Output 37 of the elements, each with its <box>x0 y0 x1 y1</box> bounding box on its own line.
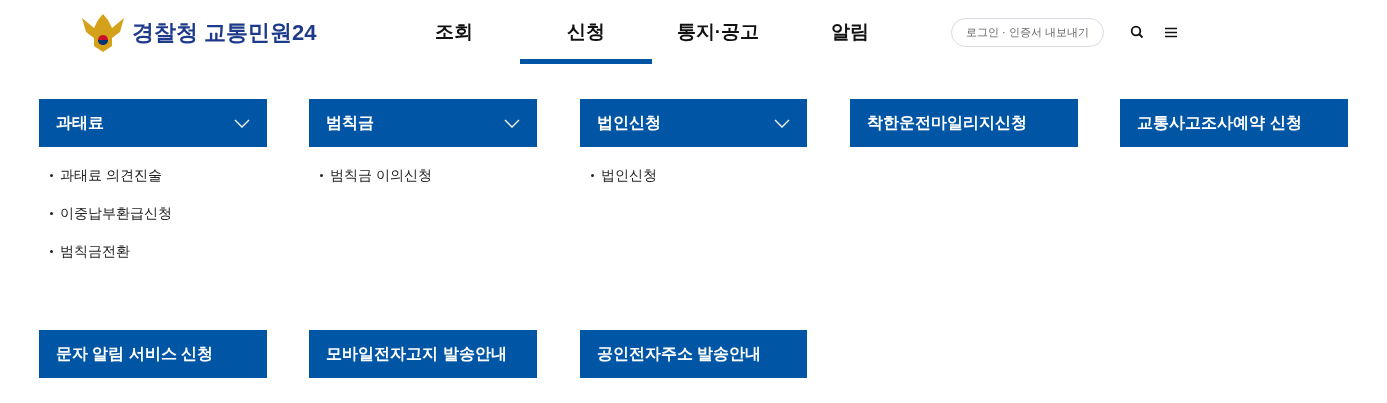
bullet-icon <box>50 211 53 215</box>
bullet-icon <box>320 173 324 177</box>
nav-tab[interactable]: 조회 <box>388 0 520 64</box>
chevron-down-icon <box>504 118 521 128</box>
site-logo[interactable]: 경찰청 교통민원24 <box>132 15 317 49</box>
bullet-icon <box>50 173 53 177</box>
category-title: 과태료 <box>56 113 104 133</box>
category-title: 법인신청 <box>596 113 661 133</box>
submenu-link[interactable]: 법인신청 <box>600 164 657 186</box>
category-title: 문자 알림 서비스 신청 <box>56 344 214 364</box>
search-icon[interactable] <box>1129 25 1144 39</box>
submenu-link[interactable]: 이중납부환급신청 <box>60 202 172 224</box>
nav-tab[interactable]: 알림 <box>784 0 916 64</box>
category-title: 공인전자주소 발송안내 <box>596 344 762 364</box>
category-header[interactable]: 교통사고조사예약 신청 <box>1120 99 1348 147</box>
nav-tab[interactable]: 신청 <box>520 0 652 64</box>
submenu-link[interactable]: 과태료 의견진술 <box>60 164 162 186</box>
submenu-link[interactable]: 범칙금 이의신청 <box>330 164 433 186</box>
category-title: 범칙금 <box>326 113 375 133</box>
category-title: 착한운전마일리지신청 <box>866 113 1027 133</box>
category-title: 모바일전자고지 발송안내 <box>326 344 507 364</box>
menu-icon[interactable] <box>1164 26 1177 38</box>
category-header[interactable]: 문자 알림 서비스 신청 <box>39 330 267 378</box>
category-header[interactable]: 법인신청 <box>579 99 808 147</box>
chevron-down-icon <box>233 118 250 128</box>
category-header[interactable]: 범칙금 <box>309 99 538 147</box>
category-header[interactable]: 공인전자주소 발송안내 <box>579 330 808 378</box>
category-header[interactable]: 과태료 <box>39 99 267 147</box>
emblem-icon <box>80 12 126 52</box>
bullet-icon <box>50 249 53 253</box>
category-title: 교통사고조사예약 신청 <box>1137 113 1302 133</box>
bullet-icon <box>590 173 594 177</box>
category-header[interactable]: 모바일전자고지 발송안내 <box>309 330 538 378</box>
category-header[interactable]: 착한운전마일리지신청 <box>849 99 1078 147</box>
chevron-down-icon <box>774 118 791 128</box>
nav-tab[interactable]: 통지·공고 <box>652 0 784 64</box>
submenu-link[interactable]: 범칙금전환 <box>60 240 130 262</box>
